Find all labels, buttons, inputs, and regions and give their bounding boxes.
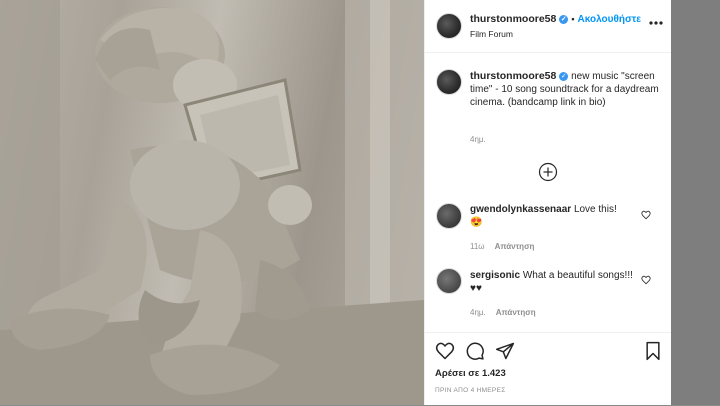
action-bar: Αρέσει σε 1.423 ΠΡΙΝ ΑΠΟ 4 ΗΜΕΡΕΣ	[425, 332, 672, 406]
comments-section: thurstonmoore58 ✓ new music "screen time"…	[425, 53, 672, 333]
comment-meta: 4ημ. Απάντηση	[470, 308, 546, 317]
caption: thurstonmoore58 ✓ new music "screen time"…	[470, 70, 660, 109]
comment-heart-icon[interactable]	[641, 275, 651, 285]
caption-username[interactable]: thurstonmoore58	[470, 70, 556, 82]
comment-emoji: 😍	[470, 217, 483, 228]
post-photo[interactable]	[0, 0, 424, 405]
comment-body: sergisonic What a beautiful songs!!! ♥♥	[470, 269, 640, 295]
caption-meta: 4ημ.	[470, 135, 496, 144]
post-side-panel: thurstonmoore58 ✓ • Ακολουθήστε Film Forum …	[424, 0, 672, 405]
comment-icon[interactable]	[465, 341, 485, 361]
comment-text: Love this!	[573, 204, 617, 215]
heart-icon[interactable]	[435, 341, 455, 361]
comment-meta: 11ω Απάντηση	[470, 242, 544, 251]
reply-button[interactable]: Απάντηση	[496, 308, 536, 317]
bookmark-icon[interactable]	[643, 341, 663, 361]
verified-icon: ✓	[559, 15, 569, 24]
comment-body: gwendolynkassenaar Love this! 😍	[470, 203, 640, 229]
more-icon[interactable]	[647, 18, 665, 28]
post-timestamp[interactable]: ΠΡΙΝ ΑΠΟ 4 ΗΜΕΡΕΣ	[435, 387, 506, 394]
comment-heart-icon[interactable]	[641, 210, 651, 220]
load-more-comments-icon[interactable]	[537, 161, 559, 183]
comment-username[interactable]: gwendolynkassenaar	[470, 204, 571, 215]
modal-backdrop[interactable]	[671, 0, 720, 405]
reply-button[interactable]: Απάντηση	[495, 242, 535, 251]
caption-avatar[interactable]	[436, 69, 462, 95]
comment-avatar[interactable]	[436, 268, 462, 294]
verified-icon: ✓	[559, 72, 569, 81]
avatar[interactable]	[436, 13, 462, 39]
location-link[interactable]: Film Forum	[470, 29, 513, 39]
post-header: thurstonmoore58 ✓ • Ακολουθήστε Film Forum	[425, 0, 672, 53]
comment-username[interactable]: sergisonic	[470, 270, 520, 281]
follow-button[interactable]: Ακολουθήστε	[578, 14, 642, 25]
sculpture-image	[0, 0, 424, 405]
caption-time[interactable]: 4ημ.	[470, 135, 486, 144]
likes-count[interactable]: Αρέσει σε 1.423	[435, 368, 506, 379]
separator-dot: •	[571, 14, 575, 24]
share-icon[interactable]	[495, 341, 515, 361]
header-username-row: thurstonmoore58 ✓ • Ακολουθήστε	[470, 13, 641, 25]
comment-avatar[interactable]	[436, 203, 462, 229]
comment-time[interactable]: 11ω	[470, 242, 485, 251]
header-username[interactable]: thurstonmoore58	[470, 13, 556, 25]
comment-time[interactable]: 4ημ.	[470, 308, 486, 317]
